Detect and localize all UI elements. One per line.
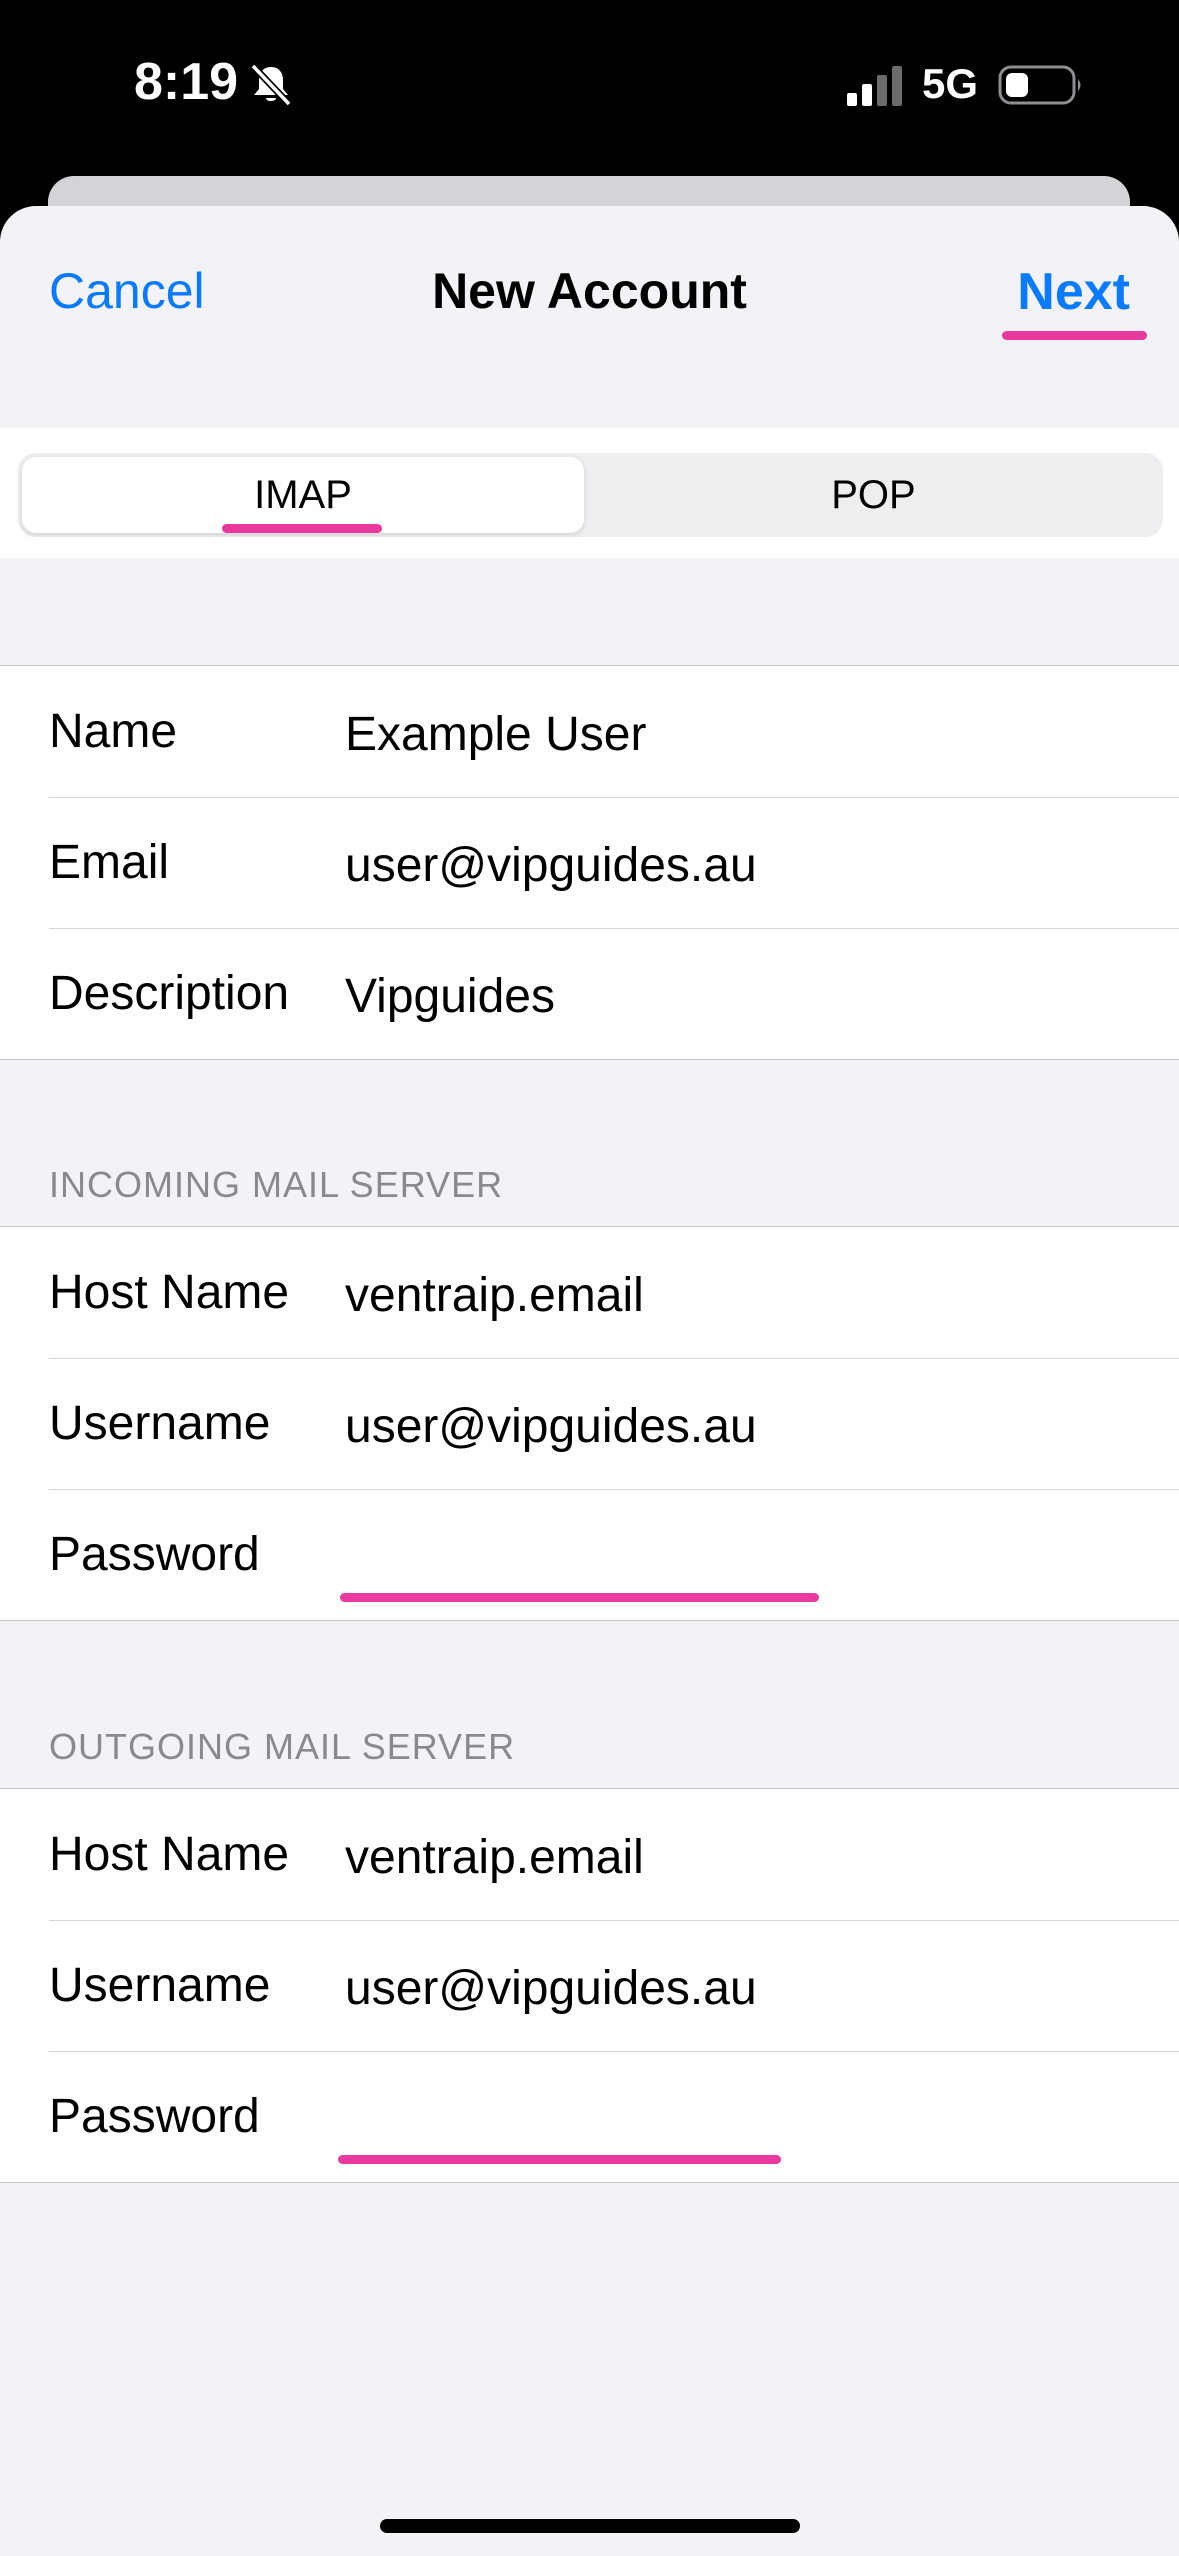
outgoing-server-group: Host Name Username Password — [0, 1788, 1179, 2183]
incoming-password-row[interactable]: Password — [0, 1489, 1179, 1620]
incoming-username-row[interactable]: Username — [0, 1358, 1179, 1489]
incoming-section-header: INCOMING MAIL SERVER — [49, 1164, 504, 1205]
battery-icon — [998, 65, 1081, 105]
description-label: Description — [49, 967, 290, 1020]
next-button[interactable]: Next — [1017, 262, 1130, 322]
network-label: 5G — [922, 60, 979, 107]
cancel-button[interactable]: Cancel — [49, 262, 205, 320]
imap-annotation-underline — [222, 524, 382, 533]
incoming-username-label: Username — [49, 1397, 271, 1450]
protocol-segmented-control: IMAP POP — [18, 453, 1163, 537]
name-label: Name — [49, 705, 178, 758]
email-label: Email — [49, 836, 170, 889]
outgoing-password-annotation-underline — [338, 2155, 781, 2164]
outgoing-username-row[interactable]: Username — [0, 1920, 1179, 2051]
outgoing-host-label: Host Name — [49, 1828, 290, 1881]
name-row[interactable]: Name — [0, 666, 1179, 797]
outgoing-host-field[interactable] — [345, 1829, 1139, 1885]
bell-slash-icon — [250, 63, 292, 107]
incoming-host-row[interactable]: Host Name — [0, 1227, 1179, 1358]
incoming-password-field[interactable] — [345, 1529, 1139, 1585]
incoming-host-field[interactable] — [345, 1267, 1139, 1323]
next-annotation-underline — [1002, 331, 1147, 340]
outgoing-username-field[interactable] — [345, 1960, 1139, 2016]
description-field[interactable] — [345, 968, 1139, 1024]
incoming-password-annotation-underline — [340, 1593, 819, 1602]
status-time: 8:19 — [134, 53, 239, 111]
incoming-server-group: Host Name Username Password — [0, 1226, 1179, 1621]
outgoing-host-row[interactable]: Host Name — [0, 1789, 1179, 1920]
status-bar: 8:19 5G — [0, 0, 1179, 180]
outgoing-password-row[interactable]: Password — [0, 2051, 1179, 2182]
segment-imap[interactable]: IMAP — [22, 457, 584, 533]
name-field[interactable] — [345, 706, 1139, 762]
segment-pop[interactable]: POP — [588, 457, 1159, 533]
new-account-sheet: Cancel New Account Next IMAP POP Name Em… — [0, 206, 1179, 2556]
incoming-username-field[interactable] — [345, 1398, 1139, 1454]
outgoing-username-label: Username — [49, 1959, 271, 2012]
outgoing-password-field[interactable] — [345, 2091, 1139, 2147]
email-row[interactable]: Email — [0, 797, 1179, 928]
cellular-signal-icon — [847, 66, 902, 106]
email-field[interactable] — [345, 837, 1139, 893]
description-row[interactable]: Description — [0, 928, 1179, 1059]
incoming-password-label: Password — [49, 1528, 260, 1581]
incoming-host-label: Host Name — [49, 1266, 290, 1319]
home-indicator[interactable] — [380, 2519, 800, 2533]
outgoing-password-label: Password — [49, 2090, 260, 2143]
outgoing-section-header: OUTGOING MAIL SERVER — [49, 1726, 516, 1767]
account-details-group: Name Email Description — [0, 665, 1179, 1060]
protocol-band: IMAP POP — [0, 428, 1179, 558]
